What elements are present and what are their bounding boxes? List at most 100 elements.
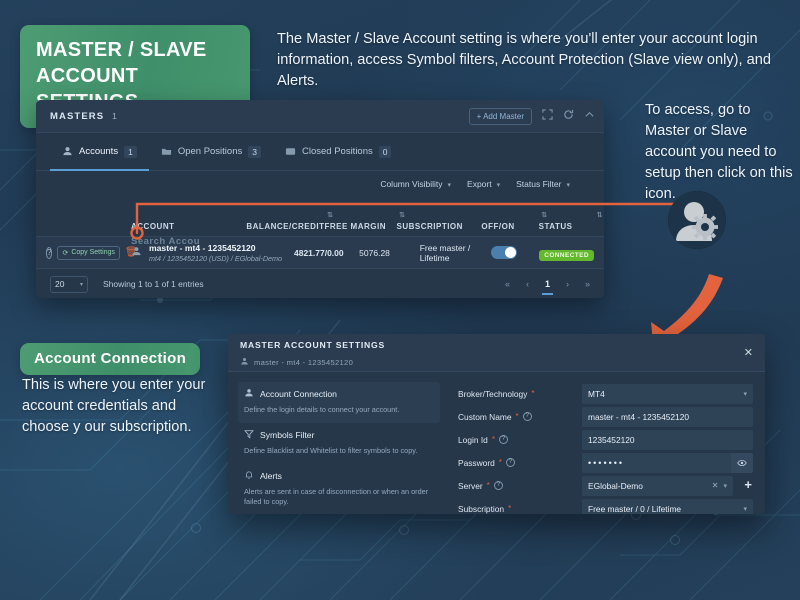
column-header-balance-label: BALANCE/CREDIT <box>246 222 324 231</box>
required-marker: * <box>499 458 502 467</box>
account-connection-text: This is where you enter your account cre… <box>22 375 212 438</box>
modal-subtitle: master - mt4 - 1235452120 <box>254 358 353 367</box>
account-settings-gear-icon[interactable] <box>668 191 726 249</box>
modal-form: Broker/Technology* MT4 ▾ Custom Name* ? … <box>450 380 765 514</box>
broker-technology-select[interactable]: MT4 ▾ <box>582 384 753 404</box>
sort-icon[interactable]: ⇅ <box>597 211 603 219</box>
help-icon[interactable]: ? <box>494 481 503 490</box>
field-login-id-label: Login Id <box>458 435 488 445</box>
page-next-button[interactable]: › <box>566 279 569 289</box>
status-filter-label: Status Filter <box>516 179 561 189</box>
required-marker: * <box>487 481 490 490</box>
section-symbols-filter-title: Symbols Filter <box>260 430 314 440</box>
modal-body: Account Connection Define the login deta… <box>228 372 765 514</box>
account-avatar-icon <box>240 353 249 371</box>
modal-sections: Account Connection Define the login deta… <box>228 380 450 514</box>
page-last-button[interactable]: » <box>585 279 590 289</box>
section-symbols-filter-title-row: Symbols Filter <box>244 429 434 441</box>
server-combo[interactable]: EGlobal-Demo ✕ ▾ + <box>582 476 733 496</box>
tab-open-positions[interactable]: Open Positions 3 <box>149 133 273 171</box>
login-id-input[interactable]: 1235452120 <box>582 430 753 450</box>
field-login-id: Login Id * ? 1235452120 <box>458 430 753 450</box>
page-size-value: 20 <box>55 279 64 289</box>
pagination: « ‹ 1 › » <box>505 279 590 289</box>
password-value: ••••••• <box>588 458 624 468</box>
section-symbols-filter-desc: Define Blacklist and Whitelist to filter… <box>244 446 434 456</box>
close-icon[interactable]: ✕ <box>744 346 753 359</box>
subscription-cell: Free master / Lifetime <box>420 243 491 263</box>
column-header-subscription[interactable]: SUBSCRIPTION <box>396 222 481 231</box>
modal-header: MASTER ACCOUNT SETTINGS master - mt4 - 1… <box>228 334 765 372</box>
field-broker-label-wrap: Broker/Technology* <box>458 389 582 399</box>
page-current-button[interactable]: 1 <box>545 279 550 289</box>
filter-icon <box>244 429 254 441</box>
tab-closed-positions[interactable]: Closed Positions 0 <box>273 133 404 171</box>
sort-icon[interactable]: ⇅ <box>541 211 547 219</box>
section-alerts[interactable]: Alerts Alerts are sent in case of discon… <box>238 464 440 514</box>
column-header-margin-label: FREE MARGIN <box>324 222 386 231</box>
page-first-button[interactable]: « <box>505 279 510 289</box>
export-dropdown[interactable]: Export▾ <box>467 179 500 189</box>
column-header-free-margin[interactable]: FREE MARGIN ⇅ <box>324 222 396 231</box>
tab-accounts-count: 1 <box>124 146 137 158</box>
required-marker: * <box>492 435 495 444</box>
collapse-chevron-icon[interactable] <box>584 109 595 123</box>
column-header-status[interactable]: STATUS ⇅ <box>539 222 594 231</box>
column-header-account[interactable]: ACCOUNT ⇅ Search Accou <box>46 222 246 231</box>
help-icon[interactable]: ? <box>506 458 515 467</box>
field-custom-name-label: Custom Name <box>458 412 512 422</box>
masters-count: 1 <box>112 111 117 121</box>
status-filter-dropdown[interactable]: Status Filter▾ <box>516 179 570 189</box>
column-visibility-dropdown[interactable]: Column Visibility▾ <box>380 179 451 189</box>
column-header-off-on[interactable]: OFF/ON ⇅ <box>481 222 538 231</box>
section-symbols-filter[interactable]: Symbols Filter Define Blacklist and Whit… <box>238 423 440 464</box>
subscription-select[interactable]: Free master / 0 / Lifetime ▾ <box>582 499 753 514</box>
eye-icon[interactable] <box>731 453 753 473</box>
masters-panel: MASTERS 1 + Add Master <box>36 100 604 298</box>
account-detail: mt4 / 1235452120 (USD) / EGlobal-Demo <box>149 254 282 263</box>
column-header-status-label: STATUS <box>539 222 573 231</box>
master-account-settings-modal: MASTER ACCOUNT SETTINGS master - mt4 - 1… <box>228 334 765 514</box>
column-visibility-label: Column Visibility <box>380 179 442 189</box>
server-value: EGlobal-Demo <box>588 481 643 491</box>
help-icon[interactable]: ? <box>499 435 508 444</box>
add-master-button[interactable]: + Add Master <box>469 108 532 125</box>
off-on-toggle[interactable] <box>491 246 517 259</box>
screenshot-root: MASTER / SLAVE ACCOUNT SETTINGS The Mast… <box>0 0 800 600</box>
sort-icon[interactable]: ⇅ <box>399 211 405 219</box>
section-account-connection[interactable]: Account Connection Define the login deta… <box>238 382 440 423</box>
account-connection-badge: Account Connection <box>20 343 200 375</box>
help-icon[interactable]: ? <box>46 247 52 259</box>
tab-open-positions-count: 3 <box>248 146 261 158</box>
person-icon <box>62 146 73 157</box>
copy-settings-button[interactable]: ⟳ Copy Settings <box>57 246 119 260</box>
tab-open-positions-label: Open Positions <box>178 146 242 157</box>
masters-tab-bar: Accounts 1 Open Positions 3 Closed Posit… <box>36 133 604 171</box>
table-row[interactable]: ? ⟳ Copy Settings 🗑 master - mt4 - 12354… <box>36 237 604 269</box>
chevron-down-icon: ▾ <box>743 505 747 513</box>
password-input[interactable]: ••••••• <box>582 453 753 473</box>
help-icon[interactable]: ? <box>523 412 532 421</box>
chevron-down-icon: ▾ <box>497 182 501 189</box>
page-size-select[interactable]: 20 ▾ <box>50 276 88 293</box>
tab-closed-positions-count: 0 <box>379 146 392 158</box>
broker-technology-value: MT4 <box>588 389 605 399</box>
expand-icon[interactable] <box>542 109 553 123</box>
sort-icon[interactable]: ⇅ <box>327 211 333 219</box>
tab-accounts-label: Accounts <box>79 146 118 157</box>
clear-icon[interactable]: ✕ <box>712 481 719 490</box>
refresh-icon[interactable] <box>563 109 574 123</box>
page-prev-button[interactable]: ‹ <box>526 279 529 289</box>
add-server-button[interactable]: + <box>744 477 752 492</box>
column-header-offon-label: OFF/ON <box>481 222 514 231</box>
search-account-input[interactable]: Search Accou <box>131 236 200 247</box>
column-header-balance-credit[interactable]: BALANCE/CREDIT ⇅ <box>246 222 324 231</box>
section-account-connection-title: Account Connection <box>260 389 337 399</box>
modal-subtitle-row: master - mt4 - 1235452120 <box>240 353 753 371</box>
folder-icon <box>161 146 172 157</box>
custom-name-input[interactable]: master - mt4 - 1235452120 <box>582 407 753 427</box>
off-on-cell <box>491 246 539 259</box>
chevron-down-icon: ▾ <box>743 390 747 398</box>
field-broker-label: Broker/Technology <box>458 389 527 399</box>
tab-accounts[interactable]: Accounts 1 <box>50 133 149 171</box>
